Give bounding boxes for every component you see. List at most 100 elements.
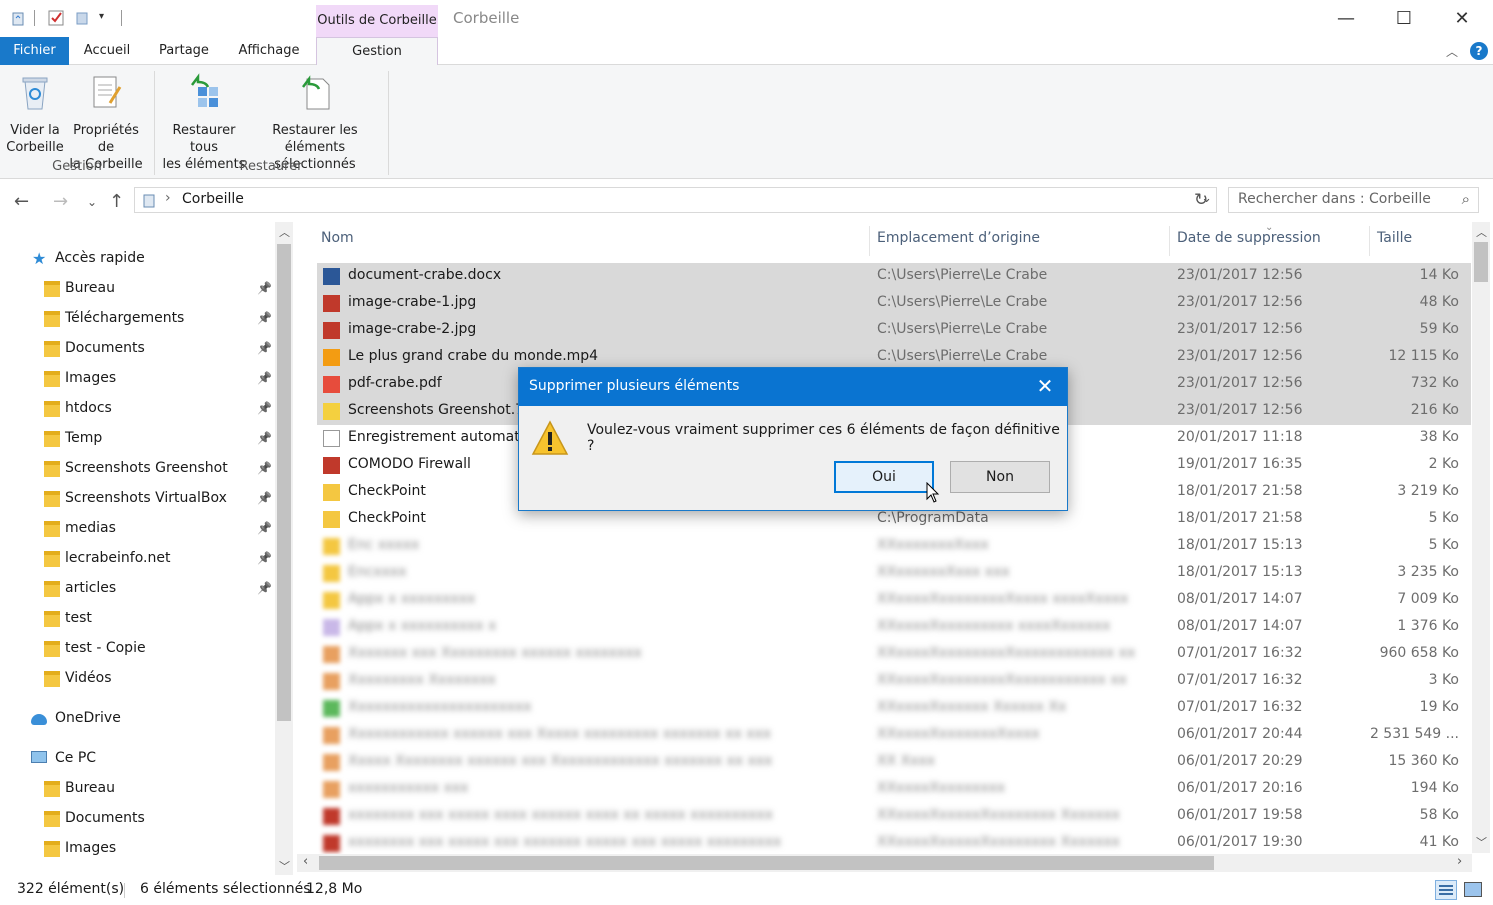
scrollbar-thumb[interactable] <box>319 856 1214 870</box>
pin-icon[interactable]: 📌 <box>257 341 272 355</box>
large-icons-view-icon[interactable] <box>1464 882 1482 897</box>
file-row[interactable]: 08/01/2017 14:07 7 009 Ko Appx x xxxxxxxxx… <box>317 587 1471 614</box>
sidebar-item-quick-1[interactable]: Téléchargements 📌 <box>0 304 275 334</box>
file-row[interactable]: 07/01/2017 16:32 3 Ko Xxxxxxxxx Xxxxxxxx XX… <box>317 668 1471 695</box>
yes-button[interactable]: Oui <box>834 461 934 493</box>
tab-gestion[interactable]: Gestion <box>316 37 438 66</box>
details-view-icon[interactable] <box>1435 880 1457 900</box>
pin-icon[interactable]: 📌 <box>257 281 272 295</box>
file-row[interactable]: image-crabe-1.jpg C:\Users\Pierre\Le Crab… <box>317 290 1471 317</box>
pin-icon[interactable]: 📌 <box>257 581 272 595</box>
file-list-horizontal-scrollbar[interactable]: ‹ › <box>297 854 1472 872</box>
pin-icon[interactable]: 📌 <box>257 551 272 565</box>
pin-icon[interactable]: 📌 <box>257 521 272 535</box>
scroll-up-icon[interactable]: ︿ <box>1476 224 1487 240</box>
refresh-icon[interactable]: ↻ <box>1194 190 1208 210</box>
minimize-button[interactable]: — <box>1317 0 1375 37</box>
file-row[interactable]: 06/01/2017 19:30 41 Ko xxxxxxxx xxx xxxxx … <box>317 830 1471 857</box>
pin-icon[interactable]: 📌 <box>257 431 272 445</box>
column-header-location[interactable]: Emplacement d’origine <box>877 230 1040 246</box>
pin-icon[interactable]: 📌 <box>257 461 272 475</box>
column-header-date[interactable]: Date de suppression <box>1177 230 1321 246</box>
search-icon[interactable]: ⌕ <box>1462 190 1470 208</box>
column-divider[interactable] <box>1169 226 1170 256</box>
sidebar-item-quick-6[interactable]: Screenshots Greenshot 📌 <box>0 454 275 484</box>
sidebar-item-quick-7[interactable]: Screenshots VirtualBox 📌 <box>0 484 275 514</box>
tab-partage[interactable]: Partage <box>151 37 217 65</box>
address-bar[interactable]: › Corbeille ⌄ <box>134 187 1217 213</box>
folder-icon <box>44 461 60 477</box>
breadcrumb[interactable]: Corbeille <box>182 191 244 207</box>
sidebar-item-onedrive[interactable]: OneDrive <box>0 704 275 734</box>
sidebar-item-quick-4[interactable]: htdocs 📌 <box>0 394 275 424</box>
sidebar-item-quick-5[interactable]: Temp 📌 <box>0 424 275 454</box>
empty-recycle-bin-button[interactable]: Vider la Corbeille <box>4 73 66 156</box>
dialog-close-icon[interactable]: ✕ <box>1023 368 1067 406</box>
help-icon[interactable]: ? <box>1470 42 1488 60</box>
forward-arrow-icon[interactable]: → <box>53 191 68 212</box>
back-arrow-icon[interactable]: ← <box>14 191 29 212</box>
file-row[interactable]: 06/01/2017 20:44 2 531 549 ... Xxxxxxxxxxx… <box>317 722 1471 749</box>
recycle-bin-properties-button[interactable]: Propriétés de la Corbeille <box>64 73 148 173</box>
file-row[interactable]: 07/01/2017 16:32 19 Ko Xxxxxxxxxxxxxxxxxxx… <box>317 695 1471 722</box>
pin-icon[interactable]: 📌 <box>257 401 272 415</box>
restore-selected-button[interactable]: Restaurer les éléments sélectionnés <box>250 73 380 173</box>
sidebar-item-quick-13[interactable]: Vidéos <box>0 664 275 694</box>
sidebar-item-quick-3[interactable]: Images 📌 <box>0 364 275 394</box>
pin-icon[interactable]: 📌 <box>257 371 272 385</box>
file-row[interactable]: 18/01/2017 15:13 3 235 Ko Encxxxx XXxxxxxxX… <box>317 560 1471 587</box>
tab-affichage[interactable]: Affichage <box>232 37 306 65</box>
column-header-name[interactable]: Nom <box>321 230 354 246</box>
tab-accueil[interactable]: Accueil <box>78 37 136 65</box>
recent-locations-chevron-icon[interactable]: ⌄ <box>87 195 97 209</box>
scrollbar-thumb[interactable] <box>1474 242 1488 282</box>
restore-all-button[interactable]: Restaurer tous les éléments <box>158 73 250 173</box>
sidebar-scrollbar[interactable]: ︿ ﹀ <box>275 222 293 875</box>
sidebar-item-quick-8[interactable]: medias 📌 <box>0 514 275 544</box>
scroll-up-icon[interactable]: ︿ <box>279 224 290 240</box>
sidebar-item-pc-0[interactable]: Bureau <box>0 774 275 804</box>
search-input[interactable]: Rechercher dans : Corbeille ⌕ <box>1228 187 1479 213</box>
close-button[interactable]: ✕ <box>1433 0 1491 37</box>
file-row[interactable]: image-crabe-2.jpg C:\Users\Pierre\Le Crab… <box>317 317 1471 344</box>
file-row[interactable]: 06/01/2017 20:29 15 360 Ko Xxxxx Xxxxxxxx … <box>317 749 1471 776</box>
sidebar-item-pc-2[interactable]: Images <box>0 834 275 864</box>
scrollbar-thumb[interactable] <box>277 244 291 721</box>
breadcrumb-chevron-icon[interactable]: › <box>165 190 171 206</box>
file-row[interactable]: document-crabe.docx C:\Users\Pierre\Le Cr… <box>317 263 1471 290</box>
pin-icon[interactable]: 📌 <box>257 311 272 325</box>
scroll-down-icon[interactable]: ﹀ <box>1476 834 1487 850</box>
file-row[interactable]: 18/01/2017 15:13 5 Ko Enc xxxxx XXxxxxxxxXx… <box>317 533 1471 560</box>
sidebar-item-this-pc[interactable]: Ce PC <box>0 744 275 774</box>
file-size: 194 Ko <box>1410 780 1459 796</box>
collapse-ribbon-icon[interactable]: ︿ <box>1446 43 1458 60</box>
sidebar-item-quick-9[interactable]: lecrabeinfo.net 📌 <box>0 544 275 574</box>
column-divider[interactable] <box>1369 226 1370 256</box>
tab-fichier[interactable]: Fichier <box>0 37 69 65</box>
column-divider[interactable] <box>869 226 870 256</box>
file-row[interactable]: 08/01/2017 14:07 1 376 Ko Appx x xxxxxxxxx… <box>317 614 1471 641</box>
sidebar-item-quick-10[interactable]: articles 📌 <box>0 574 275 604</box>
no-button[interactable]: Non <box>950 461 1050 493</box>
column-header-size[interactable]: Taille <box>1377 230 1412 246</box>
chevron-down-icon[interactable]: ▾ <box>99 11 104 22</box>
sidebar-item-quick-0[interactable]: Bureau 📌 <box>0 274 275 304</box>
maximize-button[interactable]: ☐ <box>1375 0 1433 37</box>
scroll-left-icon[interactable]: ‹ <box>303 854 308 869</box>
sidebar-item-pc-1[interactable]: Documents <box>0 804 275 834</box>
scroll-right-icon[interactable]: › <box>1457 854 1462 869</box>
file-row[interactable]: 07/01/2017 16:32 960 658 Ko Xxxxxxx xxx Xx… <box>317 641 1471 668</box>
sidebar-item-quick-2[interactable]: Documents 📌 <box>0 334 275 364</box>
recycle-bin-small-icon[interactable] <box>9 9 27 27</box>
sidebar-item-quick-access[interactable]: ★ Accès rapide <box>0 244 275 274</box>
file-row[interactable]: 06/01/2017 19:58 58 Ko xxxxxxxx xxx xxxxx … <box>317 803 1471 830</box>
file-row[interactable]: 06/01/2017 20:16 194 Ko xxxxxxxxxxx xxx XXx… <box>317 776 1471 803</box>
sidebar-item-quick-12[interactable]: test - Copie <box>0 634 275 664</box>
properties-check-icon[interactable] <box>47 9 65 27</box>
scroll-down-icon[interactable]: ﹀ <box>279 858 290 874</box>
new-folder-icon[interactable] <box>74 9 92 27</box>
up-arrow-icon[interactable]: ↑ <box>109 191 124 212</box>
sidebar-item-quick-11[interactable]: test <box>0 604 275 634</box>
pin-icon[interactable]: 📌 <box>257 491 272 505</box>
file-list-vertical-scrollbar[interactable]: ︿ ﹀ <box>1472 222 1490 853</box>
